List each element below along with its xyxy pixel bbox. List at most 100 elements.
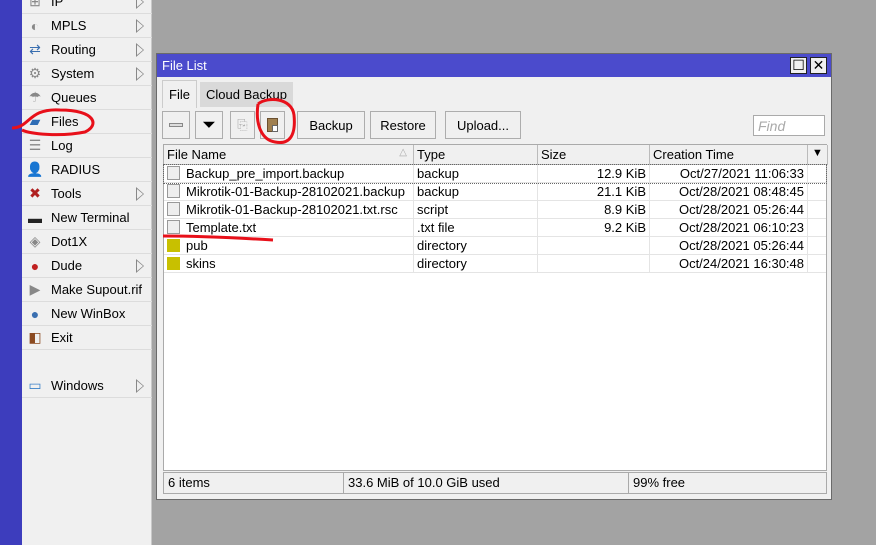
- sidebar-item-label: System: [51, 66, 95, 81]
- clipboard-icon: [267, 118, 278, 132]
- file-icon: [167, 220, 180, 234]
- sidebar-item-new-terminal[interactable]: ▬ New Terminal: [22, 206, 152, 230]
- sidebar-item-mpls[interactable]: ◐ MPLS: [22, 14, 152, 38]
- table-row[interactable]: pub directory Oct/28/2021 05:26:44: [164, 237, 826, 255]
- dude-icon: ●: [30, 257, 40, 274]
- column-file-name[interactable]: File Name △: [164, 145, 414, 165]
- sidebar-item-new-winbox[interactable]: ● New WinBox: [22, 302, 152, 326]
- column-size[interactable]: Size: [538, 145, 650, 165]
- cell-size: [538, 237, 650, 255]
- cell-type: backup: [414, 183, 538, 201]
- sidebar-item-label: Tools: [51, 186, 82, 201]
- radius-icon: 👤: [26, 161, 44, 177]
- file-icon: [167, 184, 180, 198]
- sidebar-item-tools[interactable]: ✖ Tools: [22, 182, 152, 206]
- backup-button[interactable]: Backup: [297, 111, 365, 139]
- sidebar-item-queues[interactable]: ☂ Queues: [22, 86, 152, 110]
- cell-file-name: Mikrotik-01-Backup-28102021.backup: [164, 183, 414, 201]
- maximize-button[interactable]: ☐: [790, 57, 807, 74]
- sidebar-item-system[interactable]: ⚙ System: [22, 62, 152, 86]
- sidebar-menu: ⊞ IP ◐ MPLS ⇄ Routing ⚙ System ☂ Queues ▰ Files ☰ Log…: [22, 0, 152, 545]
- upload-button[interactable]: Upload...: [445, 111, 521, 139]
- sidebar-item-files[interactable]: ▰ Files: [22, 110, 152, 134]
- sidebar-item-label: Routing: [51, 42, 96, 57]
- ip-icon: ⊞: [29, 0, 41, 9]
- window-title-bar[interactable]: File List: [157, 54, 831, 77]
- sidebar-item-log[interactable]: ☰ Log: [22, 134, 152, 158]
- restore-button[interactable]: Restore: [370, 111, 436, 139]
- chevron-down-icon: ▼: [812, 147, 823, 159]
- queues-icon: ☂: [28, 89, 42, 105]
- cell-file-name: pub: [164, 237, 414, 255]
- folder-icon: [167, 257, 180, 270]
- sidebar-item-label: Dot1X: [51, 234, 88, 249]
- table-row[interactable]: skins directory Oct/24/2021 16:30:48: [164, 255, 826, 273]
- sidebar-item-label: Files: [51, 114, 79, 129]
- cell-size: 8.9 KiB: [538, 201, 650, 219]
- gear-icon: ⚙: [28, 65, 42, 81]
- sidebar-item-label: New Terminal: [51, 210, 130, 225]
- column-type[interactable]: Type: [414, 145, 538, 165]
- sidebar-item-routing[interactable]: ⇄ Routing: [22, 38, 152, 62]
- winbox-icon: ●: [30, 305, 40, 322]
- cell-type: directory: [414, 255, 538, 273]
- copy-button[interactable]: ⎘: [230, 111, 255, 139]
- cell-type: directory: [414, 237, 538, 255]
- file-icon: [167, 166, 180, 180]
- tab-file[interactable]: File: [162, 80, 197, 108]
- supout-icon: ▶: [29, 281, 41, 297]
- remove-button[interactable]: [162, 111, 190, 139]
- status-disk-used: 33.6 MiB of 10.0 GiB used: [344, 473, 629, 493]
- sidebar-item-exit[interactable]: ◧ Exit: [22, 326, 152, 350]
- sidebar-item-dude[interactable]: ● Dude: [22, 254, 152, 278]
- table-row[interactable]: Mikrotik-01-Backup-28102021.backup backu…: [164, 183, 826, 201]
- sidebar-item-label: New WinBox: [51, 306, 126, 321]
- submenu-arrow-icon: [136, 19, 144, 33]
- sidebar-item-radius[interactable]: 👤 RADIUS: [22, 158, 152, 182]
- sidebar-item-label: Exit: [51, 330, 73, 345]
- find-input[interactable]: Find: [753, 115, 825, 136]
- cell-size: 21.1 KiB: [538, 183, 650, 201]
- submenu-arrow-icon: [136, 379, 144, 393]
- file-table: File Name △ Type Size Creation Time ▼ Bac…: [163, 144, 828, 471]
- filter-icon: ⏷: [202, 115, 216, 134]
- column-creation-time[interactable]: Creation Time: [650, 145, 808, 165]
- sort-icon: △: [399, 147, 407, 158]
- cell-size: [538, 255, 650, 273]
- sidebar-item-make-supout-rif[interactable]: ▶ Make Supout.rif: [22, 278, 152, 302]
- table-row[interactable]: Backup_pre_import.backup backup 12.9 KiB…: [163, 164, 827, 184]
- status-bar: 6 items 33.6 MiB of 10.0 GiB used 99% fr…: [163, 472, 827, 494]
- dot1x-icon: ◈: [29, 233, 41, 249]
- file-list-window: File List ☐ ✕ File Cloud Backup ⏷ ⎘ Back…: [156, 53, 832, 500]
- paste-button[interactable]: [260, 111, 285, 139]
- cell-creation-time: Oct/27/2021 11:06:33: [650, 165, 808, 183]
- cell-size: 9.2 KiB: [538, 219, 650, 237]
- table-row[interactable]: Template.txt .txt file 9.2 KiB Oct/28/20…: [164, 219, 826, 237]
- sidebar-item-windows[interactable]: ▭ Windows: [22, 374, 152, 398]
- sidebar-item-label: Queues: [51, 90, 97, 105]
- window-title: File List: [162, 58, 207, 73]
- cell-type: backup: [414, 165, 538, 183]
- filter-button[interactable]: ⏷: [195, 111, 223, 139]
- sidebar-item-dot1x[interactable]: ◈ Dot1X: [22, 230, 152, 254]
- table-row[interactable]: Mikrotik-01-Backup-28102021.txt.rsc scri…: [164, 201, 826, 219]
- exit-icon: ◧: [28, 329, 42, 345]
- status-item-count: 6 items: [164, 473, 344, 493]
- submenu-arrow-icon: [136, 0, 144, 9]
- sidebar-item-ip[interactable]: ⊞ IP: [22, 0, 152, 14]
- close-button[interactable]: ✕: [810, 57, 827, 74]
- cell-file-name: skins: [164, 255, 414, 273]
- folder-icon: ▰: [29, 113, 41, 129]
- cell-creation-time: Oct/28/2021 06:10:23: [650, 219, 808, 237]
- cell-type: .txt file: [414, 219, 538, 237]
- routing-icon: ⇄: [29, 41, 41, 57]
- log-icon: ☰: [28, 137, 42, 153]
- folder-icon: [167, 239, 180, 252]
- tab-cloud-backup[interactable]: Cloud Backup: [200, 82, 293, 107]
- windows-icon: ▭: [28, 377, 42, 393]
- cell-creation-time: Oct/28/2021 05:26:44: [650, 201, 808, 219]
- terminal-icon: ▬: [28, 209, 42, 226]
- copy-icon: ⎘: [237, 117, 248, 132]
- sidebar-item-label: Make Supout.rif: [51, 282, 143, 297]
- column-menu-dropdown[interactable]: ▼: [808, 145, 828, 165]
